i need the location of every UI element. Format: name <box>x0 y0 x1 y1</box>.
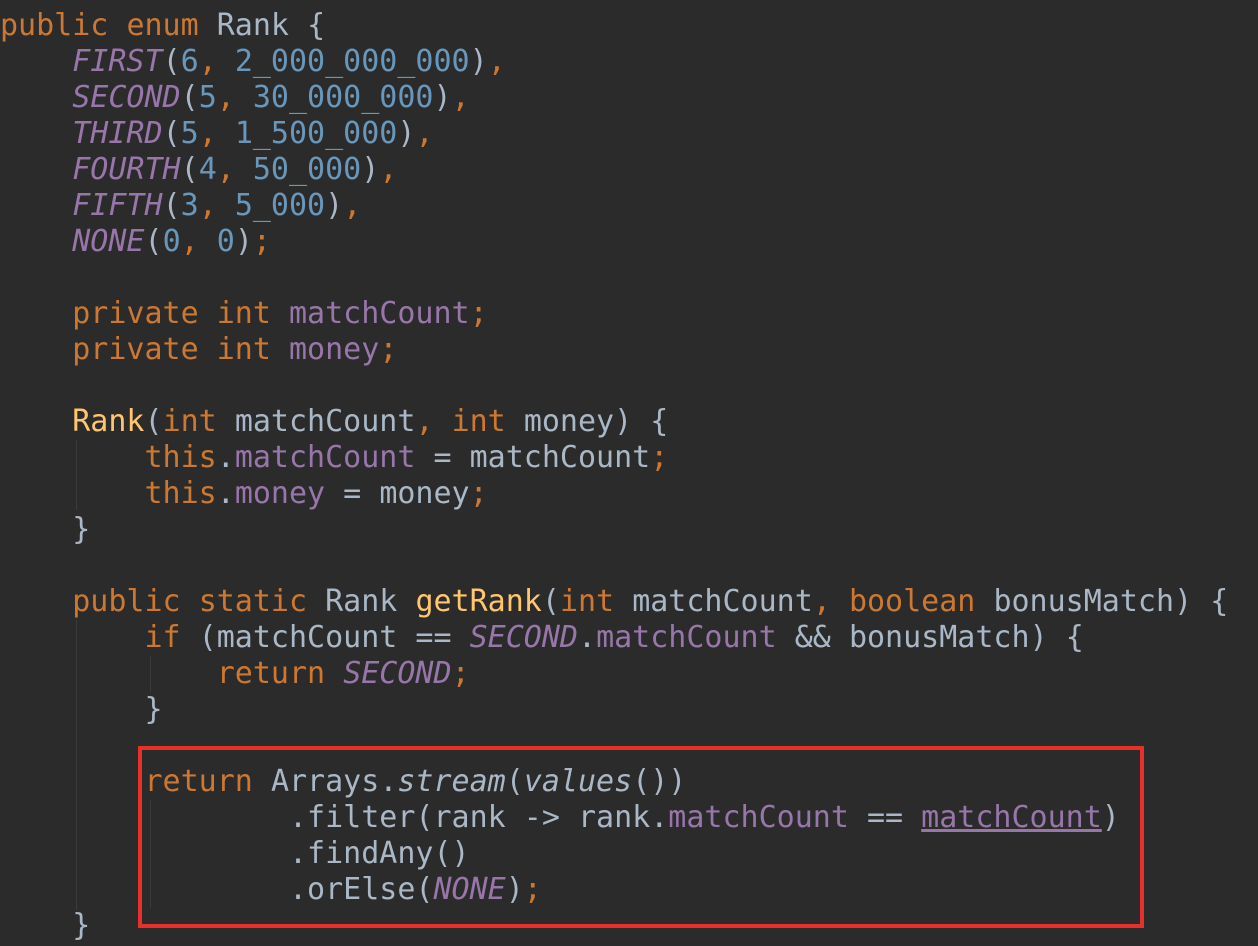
keyword-private: private <box>72 296 199 331</box>
code-line-9: private int matchCount; <box>72 296 488 331</box>
code-line-15: } <box>0 512 90 548</box>
code-line-6: FIFTH(3, 5_000), <box>72 188 362 223</box>
code-line-13: this.matchCount = matchCount; <box>144 440 669 475</box>
number: 0 <box>216 224 235 259</box>
close-brace: } <box>72 908 91 943</box>
param-matchcount: matchCount <box>234 404 416 439</box>
code-line-4: THIRD(5, 1_500_000), <box>72 116 434 151</box>
code-line-12: Rank(int matchCount, int money) { <box>72 404 669 439</box>
keyword-static: static <box>198 584 308 619</box>
param-bonusmatch: bonusMatch <box>993 584 1175 619</box>
keyword-boolean: boolean <box>848 584 976 619</box>
keyword-if: if <box>144 620 181 655</box>
enum-constant-second: SECOND <box>72 80 181 115</box>
field-matchcount: matchCount <box>234 440 416 475</box>
code-line-5: FOURTH(4, 50_000), <box>72 152 398 187</box>
enum-name: Rank <box>216 8 289 43</box>
field-money: money <box>234 476 326 511</box>
enum-constant-none: NONE <box>72 224 145 259</box>
number: 5 <box>198 80 217 115</box>
field-matchcount: matchCount <box>596 620 777 655</box>
number: 6 <box>180 44 199 79</box>
keyword-int: int <box>451 404 506 439</box>
number: 1_500_000 <box>234 116 398 151</box>
keyword-this: this <box>144 440 217 475</box>
keyword-this: this <box>144 476 217 511</box>
param-money: money <box>523 404 615 439</box>
code-editor[interactable]: public enum Rank { FIRST(6, 2_000_000_00… <box>0 0 1258 946</box>
enum-constant-second: SECOND <box>343 656 452 691</box>
keyword-public: public <box>72 584 181 619</box>
code-line-17: public static Rank getRank(int matchCoun… <box>72 584 1229 619</box>
code-line-7: NONE(0, 0); <box>72 224 271 259</box>
number: 0 <box>162 224 181 259</box>
code-line-10: private int money; <box>72 332 398 367</box>
param-matchcount: matchCount <box>632 584 813 619</box>
param-matchcount: matchCount <box>469 440 651 475</box>
keyword-public: public <box>0 8 109 43</box>
open-brace: { <box>307 8 326 43</box>
code-line-3: SECOND(5, 30_000_000), <box>72 80 470 115</box>
keyword-return: return <box>216 656 326 691</box>
open-brace: { <box>650 404 669 439</box>
param-matchcount: matchCount <box>216 620 398 655</box>
code-line-18: if (matchCount == SECOND.matchCount && b… <box>144 620 1084 655</box>
constructor-name: Rank <box>72 404 145 439</box>
number: 3 <box>180 188 199 223</box>
open-brace: { <box>1065 620 1084 655</box>
number: 50_000 <box>252 152 362 187</box>
keyword-int: int <box>559 584 615 619</box>
number: 4 <box>198 152 217 187</box>
keyword-int: int <box>216 296 271 331</box>
number: 5 <box>180 116 199 151</box>
enum-constant-first: FIRST <box>72 44 163 79</box>
return-type: Rank <box>325 584 398 619</box>
enum-constant-second: SECOND <box>469 620 578 655</box>
code-line-14: this.money = money; <box>144 476 488 511</box>
close-brace: } <box>72 512 91 547</box>
close-brace: } <box>144 692 163 727</box>
number: 30_000_000 <box>252 80 434 115</box>
param-money: money <box>379 476 470 511</box>
param-bonusmatch: bonusMatch <box>848 620 1030 655</box>
keyword-private: private <box>72 332 199 367</box>
method-getrank: getRank <box>415 584 542 619</box>
keyword-int: int <box>216 332 271 367</box>
enum-constant-fifth: FIFTH <box>72 188 163 223</box>
highlight-box <box>138 746 1144 928</box>
code-line-1: public enum Rank { <box>0 8 325 44</box>
field-matchcount: matchCount <box>289 296 470 331</box>
code-line-26: } <box>0 908 90 944</box>
code-line-19: return SECOND; <box>216 656 470 691</box>
keyword-enum: enum <box>126 8 199 43</box>
code-line-2: FIRST(6, 2_000_000_000), <box>72 44 506 79</box>
enum-constant-third: THIRD <box>72 116 163 151</box>
code-line-20: } <box>0 692 163 728</box>
number: 5_000 <box>234 188 326 223</box>
keyword-int: int <box>162 404 217 439</box>
open-brace: { <box>1210 584 1229 619</box>
enum-constant-fourth: FOURTH <box>72 152 181 187</box>
number: 2_000_000_000 <box>234 44 470 79</box>
field-money: money <box>289 332 380 367</box>
